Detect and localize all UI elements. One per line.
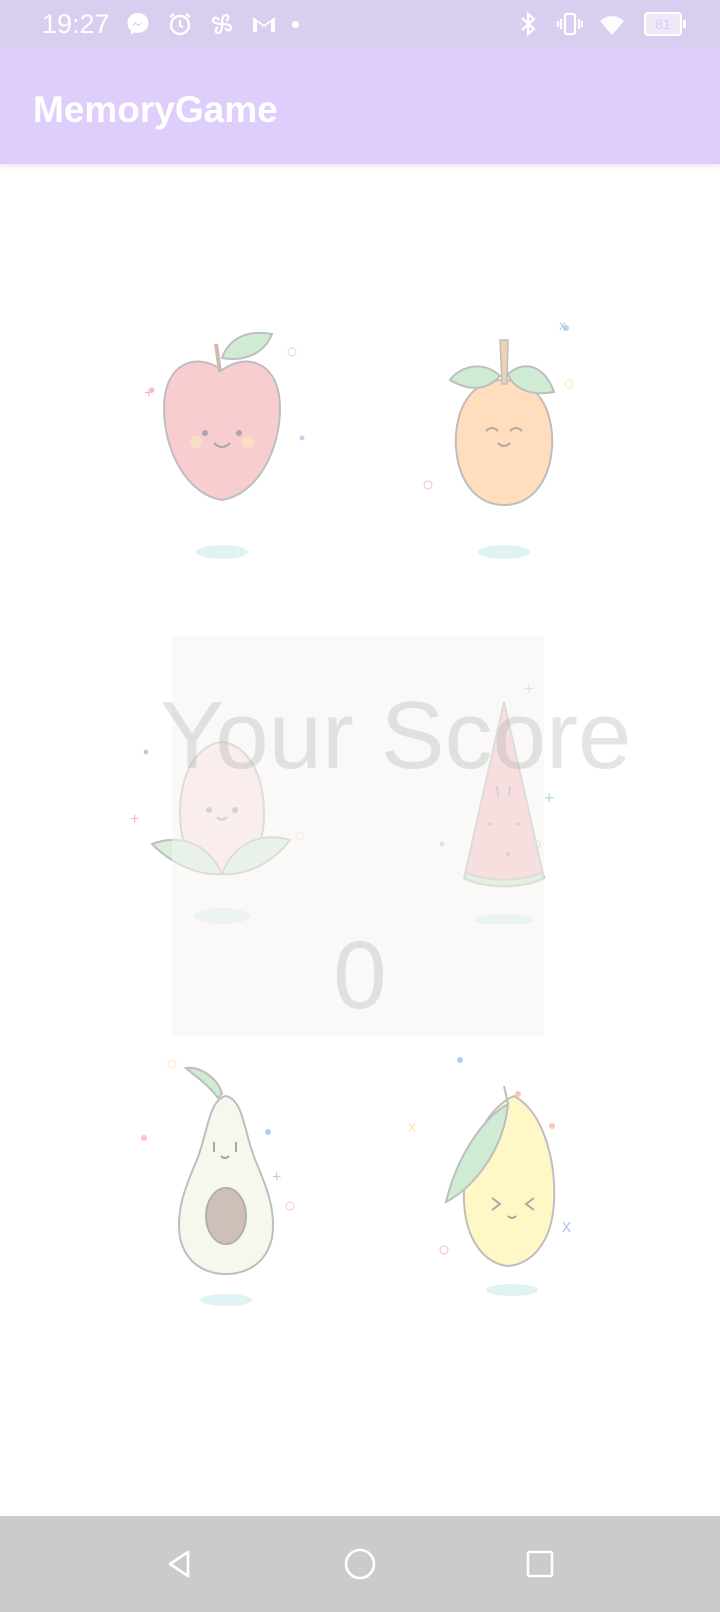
notification-dot — [292, 21, 299, 28]
lemon-icon: xx — [408, 1057, 571, 1296]
svg-text:+: + — [130, 811, 139, 828]
vibrate-icon — [556, 10, 584, 38]
back-icon — [168, 1550, 190, 1578]
apple-icon: + — [144, 331, 305, 559]
status-time: 19:27 — [42, 9, 110, 39]
card-lemon[interactable]: xx — [404, 1052, 604, 1312]
orange-icon: x — [423, 317, 574, 559]
navigation-bar — [0, 1516, 720, 1612]
svg-text:+: + — [272, 1169, 281, 1186]
card-orange[interactable]: x — [404, 300, 604, 560]
card-apple[interactable]: + — [122, 300, 322, 560]
status-bar: 19:27 81 — [0, 0, 720, 48]
app-title: MemoryGame — [33, 89, 278, 130]
card-avocado[interactable]: + — [122, 1052, 322, 1312]
svg-text:x: x — [559, 317, 566, 333]
back-button[interactable] — [160, 1544, 200, 1584]
svg-text:x: x — [562, 1216, 571, 1236]
battery-icon: 81 — [644, 12, 686, 36]
score-label: Your Score — [160, 682, 632, 789]
pinwheel-icon — [208, 10, 236, 38]
svg-text:x: x — [408, 1119, 416, 1136]
recents-button[interactable] — [520, 1544, 560, 1584]
score-value: 0 — [333, 922, 387, 1029]
avocado-icon: + — [141, 1059, 295, 1306]
messenger-icon — [124, 10, 152, 38]
bluetooth-icon — [514, 10, 542, 38]
alarm-icon — [166, 10, 194, 38]
home-button[interactable] — [340, 1544, 380, 1584]
app-bar: MemoryGame — [0, 48, 720, 164]
svg-text:+: + — [144, 385, 153, 402]
home-icon — [344, 1548, 376, 1580]
recents-icon — [526, 1550, 554, 1578]
battery-level: 81 — [655, 16, 671, 32]
wifi-icon — [598, 10, 626, 38]
gmail-icon — [250, 10, 278, 38]
